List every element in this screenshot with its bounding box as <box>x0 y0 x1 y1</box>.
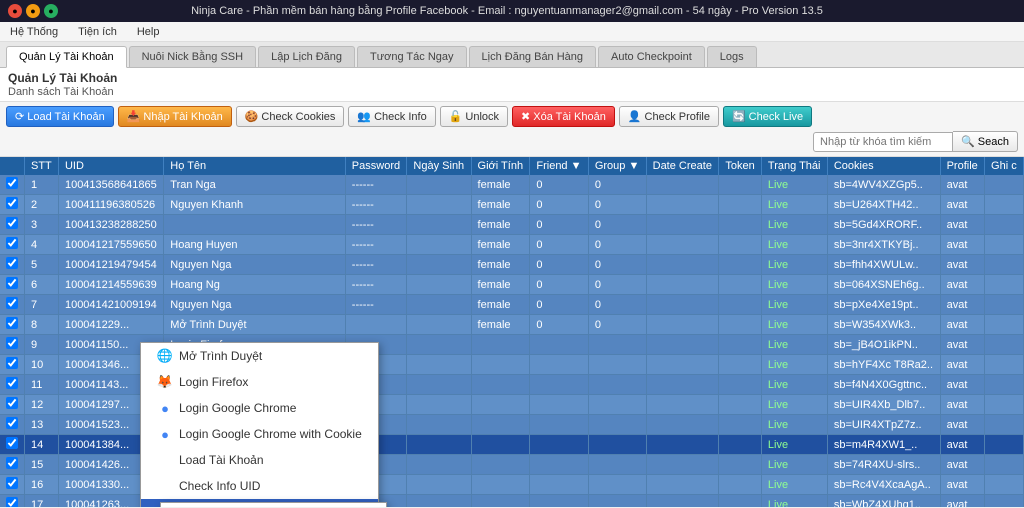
chrome-icon: ● <box>157 400 173 416</box>
app-title: Ninja Care - Phần mềm bán hàng bằng Prof… <box>58 5 956 17</box>
tab-lich-dang[interactable]: Lịch Đăng Bán Hàng <box>469 46 597 67</box>
table-container: STT UID Họ Tên Password Ngày Sinh Giới T… <box>0 157 1024 507</box>
tab-bar: Quản Lý Tài Khoản Nuôi Nick Bằng SSH Lập… <box>0 42 1024 68</box>
unlock-icon: 🔓 <box>449 110 463 123</box>
profile-button[interactable]: 👤 Check Profile <box>619 106 719 127</box>
menu-bar: Hệ Thống Tiện ích Help <box>0 22 1024 42</box>
load-tk-icon <box>157 452 173 468</box>
tab-nuoi-nick[interactable]: Nuôi Nick Bằng SSH <box>129 46 257 67</box>
menu-he-thong[interactable]: Hệ Thống <box>6 24 62 40</box>
info-icon: 👥 <box>357 110 371 123</box>
minimize-button[interactable]: ● <box>26 4 40 18</box>
cookies-icon: 🍪 <box>245 110 259 123</box>
chrome-cookie-icon: ● <box>157 426 173 442</box>
tab-lap-lich-dang[interactable]: Lập Lịch Đăng <box>258 46 355 67</box>
maximize-button[interactable]: ● <box>44 4 58 18</box>
tab-tuong-tac[interactable]: Tương Tác Ngay <box>357 46 466 67</box>
section-title: Danh sách Tài Khoản <box>8 86 1016 98</box>
context-menu: 🌐 Mở Trình Duyệt 🦊 Login Firefox ● Login… <box>140 342 379 507</box>
title-bar: ● ● ● Ninja Care - Phần mềm bán hàng bằn… <box>0 0 1024 22</box>
tab-auto-checkpoint[interactable]: Auto Checkpoint <box>598 46 705 67</box>
menu-tien-ich[interactable]: Tiện ích <box>74 24 121 40</box>
import-button[interactable]: 📥 Nhập Tài Khoản <box>118 106 232 127</box>
sub-copy-token[interactable]: Copy Token <box>161 503 386 507</box>
cookies-button[interactable]: 🍪 Check Cookies <box>236 106 345 127</box>
page-title: Quản Lý Tài Khoản <box>8 71 1016 85</box>
tab-quan-ly-tai-khoan[interactable]: Quản Lý Tài Khoản <box>6 46 127 68</box>
search-box: 🔍 Seach <box>813 131 1018 152</box>
tab-logs[interactable]: Logs <box>707 46 757 67</box>
unlock-button[interactable]: 🔓 Unlock <box>440 106 508 127</box>
profile-icon: 👤 <box>628 110 642 123</box>
copy-submenu: Copy Token Copy UID Copy Email Copy Pass… <box>160 502 387 507</box>
close-button[interactable]: ● <box>8 4 22 18</box>
live-icon: 🔄 <box>732 110 746 123</box>
ctx-login-firefox[interactable]: 🦊 Login Firefox <box>141 369 378 395</box>
search-input[interactable] <box>813 132 953 152</box>
window-controls[interactable]: ● ● ● <box>8 4 58 18</box>
ctx-load-tk[interactable]: Load Tài Khoản <box>141 447 378 473</box>
search-icon: 🔍 <box>961 136 975 148</box>
search-button[interactable]: 🔍 Seach <box>953 131 1018 152</box>
browser-icon: 🌐 <box>157 348 173 364</box>
firefox-icon: 🦊 <box>157 374 173 390</box>
ctx-login-chrome-cookie[interactable]: ● Login Google Chrome with Cookie <box>141 421 378 447</box>
import-icon: 📥 <box>127 110 141 123</box>
ctx-mo-trinh-duyet[interactable]: 🌐 Mở Trình Duyệt <box>141 343 378 369</box>
menu-help[interactable]: Help <box>133 24 164 40</box>
toolbar: ⟳ Load Tài Khoản 📥 Nhập Tài Khoản 🍪 Chec… <box>0 102 1024 157</box>
context-menu-overlay[interactable]: 🌐 Mở Trình Duyệt 🦊 Login Firefox ● Login… <box>0 157 1024 507</box>
check-live-button[interactable]: 🔄 Check Live <box>723 106 812 127</box>
check-info-icon <box>157 478 173 494</box>
info-button[interactable]: 👥 Check Info <box>348 106 435 127</box>
ctx-check-info-uid[interactable]: Check Info UID <box>141 473 378 499</box>
delete-icon: ✖ <box>521 110 530 123</box>
load-icon: ⟳ <box>15 110 24 123</box>
load-button[interactable]: ⟳ Load Tài Khoản <box>6 106 114 127</box>
delete-button[interactable]: ✖ Xóa Tài Khoản <box>512 106 615 127</box>
ctx-login-chrome[interactable]: ● Login Google Chrome <box>141 395 378 421</box>
page-header: Quản Lý Tài Khoản Danh sách Tài Khoản <box>0 68 1024 102</box>
